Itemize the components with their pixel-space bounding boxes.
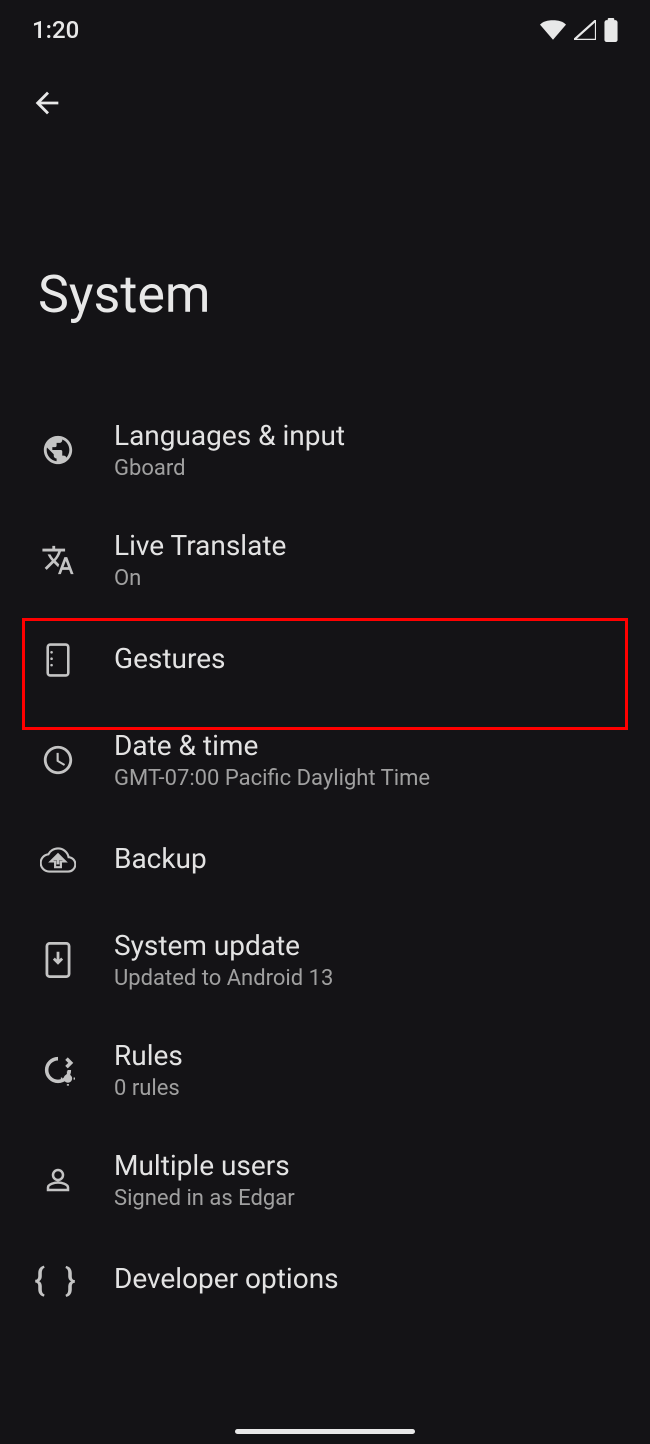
item-title: Gestures (114, 642, 612, 675)
item-text: Date & time GMT-07:00 Pacific Daylight T… (114, 729, 612, 791)
person-icon (38, 1160, 78, 1200)
svg-text:!: ! (588, 27, 591, 40)
braces-icon: { } (38, 1260, 78, 1300)
translate-icon (38, 540, 78, 580)
settings-item-translate[interactable]: Live Translate On (0, 505, 650, 615)
item-title: Live Translate (114, 529, 612, 562)
cloud-upload-icon (38, 840, 78, 880)
page-title: System (0, 144, 650, 395)
item-subtitle: Updated to Android 13 (114, 966, 612, 991)
item-title: Date & time (114, 729, 612, 762)
settings-item-update[interactable]: System update Updated to Android 13 (0, 905, 650, 1015)
item-text: System update Updated to Android 13 (114, 929, 612, 991)
item-title: Rules (114, 1039, 612, 1072)
item-text: Developer options (114, 1262, 612, 1299)
settings-item-languages[interactable]: Languages & input Gboard (0, 395, 650, 505)
wifi-icon (540, 20, 566, 40)
item-text: Multiple users Signed in as Edgar (114, 1149, 612, 1211)
status-icons: ! (540, 18, 618, 42)
item-text: Gestures (114, 642, 612, 679)
clock-icon (38, 740, 78, 780)
status-bar: 1:20 ! (0, 0, 650, 60)
settings-list: Languages & input Gboard Live Translate … (0, 395, 650, 1325)
signal-icon: ! (574, 20, 596, 40)
item-title: Multiple users (114, 1149, 612, 1182)
item-text: Rules 0 rules (114, 1039, 612, 1101)
item-title: System update (114, 929, 612, 962)
item-subtitle: On (114, 566, 612, 591)
item-subtitle: Gboard (114, 456, 612, 481)
item-text: Live Translate On (114, 529, 612, 591)
item-text: Languages & input Gboard (114, 419, 612, 481)
item-subtitle: GMT-07:00 Pacific Daylight Time (114, 766, 612, 791)
item-text: Backup (114, 842, 612, 879)
arrow-back-icon (30, 86, 64, 120)
navigation-handle[interactable] (235, 1429, 415, 1434)
battery-icon (604, 18, 618, 42)
system-update-icon (38, 940, 78, 980)
settings-item-datetime[interactable]: Date & time GMT-07:00 Pacific Daylight T… (0, 705, 650, 815)
settings-item-backup[interactable]: Backup (0, 815, 650, 905)
status-time: 1:20 (32, 16, 79, 44)
rules-icon (38, 1050, 78, 1090)
globe-icon (38, 430, 78, 470)
item-subtitle: Signed in as Edgar (114, 1186, 612, 1211)
item-title: Developer options (114, 1262, 612, 1295)
item-title: Languages & input (114, 419, 612, 452)
gestures-icon (38, 640, 78, 680)
settings-item-users[interactable]: Multiple users Signed in as Edgar (0, 1125, 650, 1235)
settings-item-gestures[interactable]: Gestures (0, 615, 650, 705)
settings-item-developer[interactable]: { } Developer options (0, 1235, 650, 1325)
back-button[interactable] (0, 60, 650, 144)
settings-item-rules[interactable]: Rules 0 rules (0, 1015, 650, 1125)
item-subtitle: 0 rules (114, 1076, 612, 1101)
item-title: Backup (114, 842, 612, 875)
